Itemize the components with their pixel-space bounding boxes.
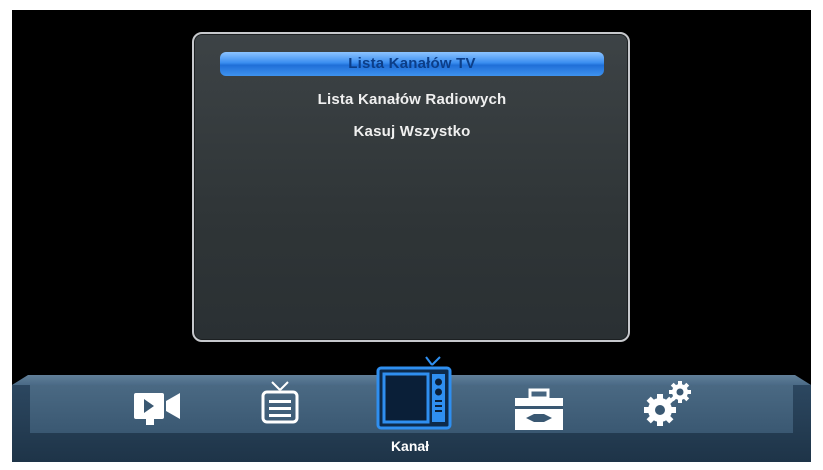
gears-icon[interactable]	[640, 378, 696, 430]
menu-item-tv-channel-list[interactable]: Lista Kanałów TV	[220, 52, 604, 76]
video-icon[interactable]	[132, 387, 184, 427]
tv-screen: Lista Kanałów TV Lista Kanałów Radiowych…	[12, 10, 811, 462]
tv-channel-icon[interactable]	[374, 354, 454, 434]
active-nav-label: Kanał	[390, 438, 430, 454]
tv-guide-icon[interactable]	[260, 378, 300, 430]
menu-item-delete-all[interactable]: Kasuj Wszystko	[220, 120, 604, 144]
menu-item-radio-channel-list[interactable]: Lista Kanałów Radiowych	[220, 88, 604, 112]
channel-menu-panel: Lista Kanałów TV Lista Kanałów Radiowych…	[192, 32, 630, 342]
toolbox-icon[interactable]	[512, 388, 566, 432]
